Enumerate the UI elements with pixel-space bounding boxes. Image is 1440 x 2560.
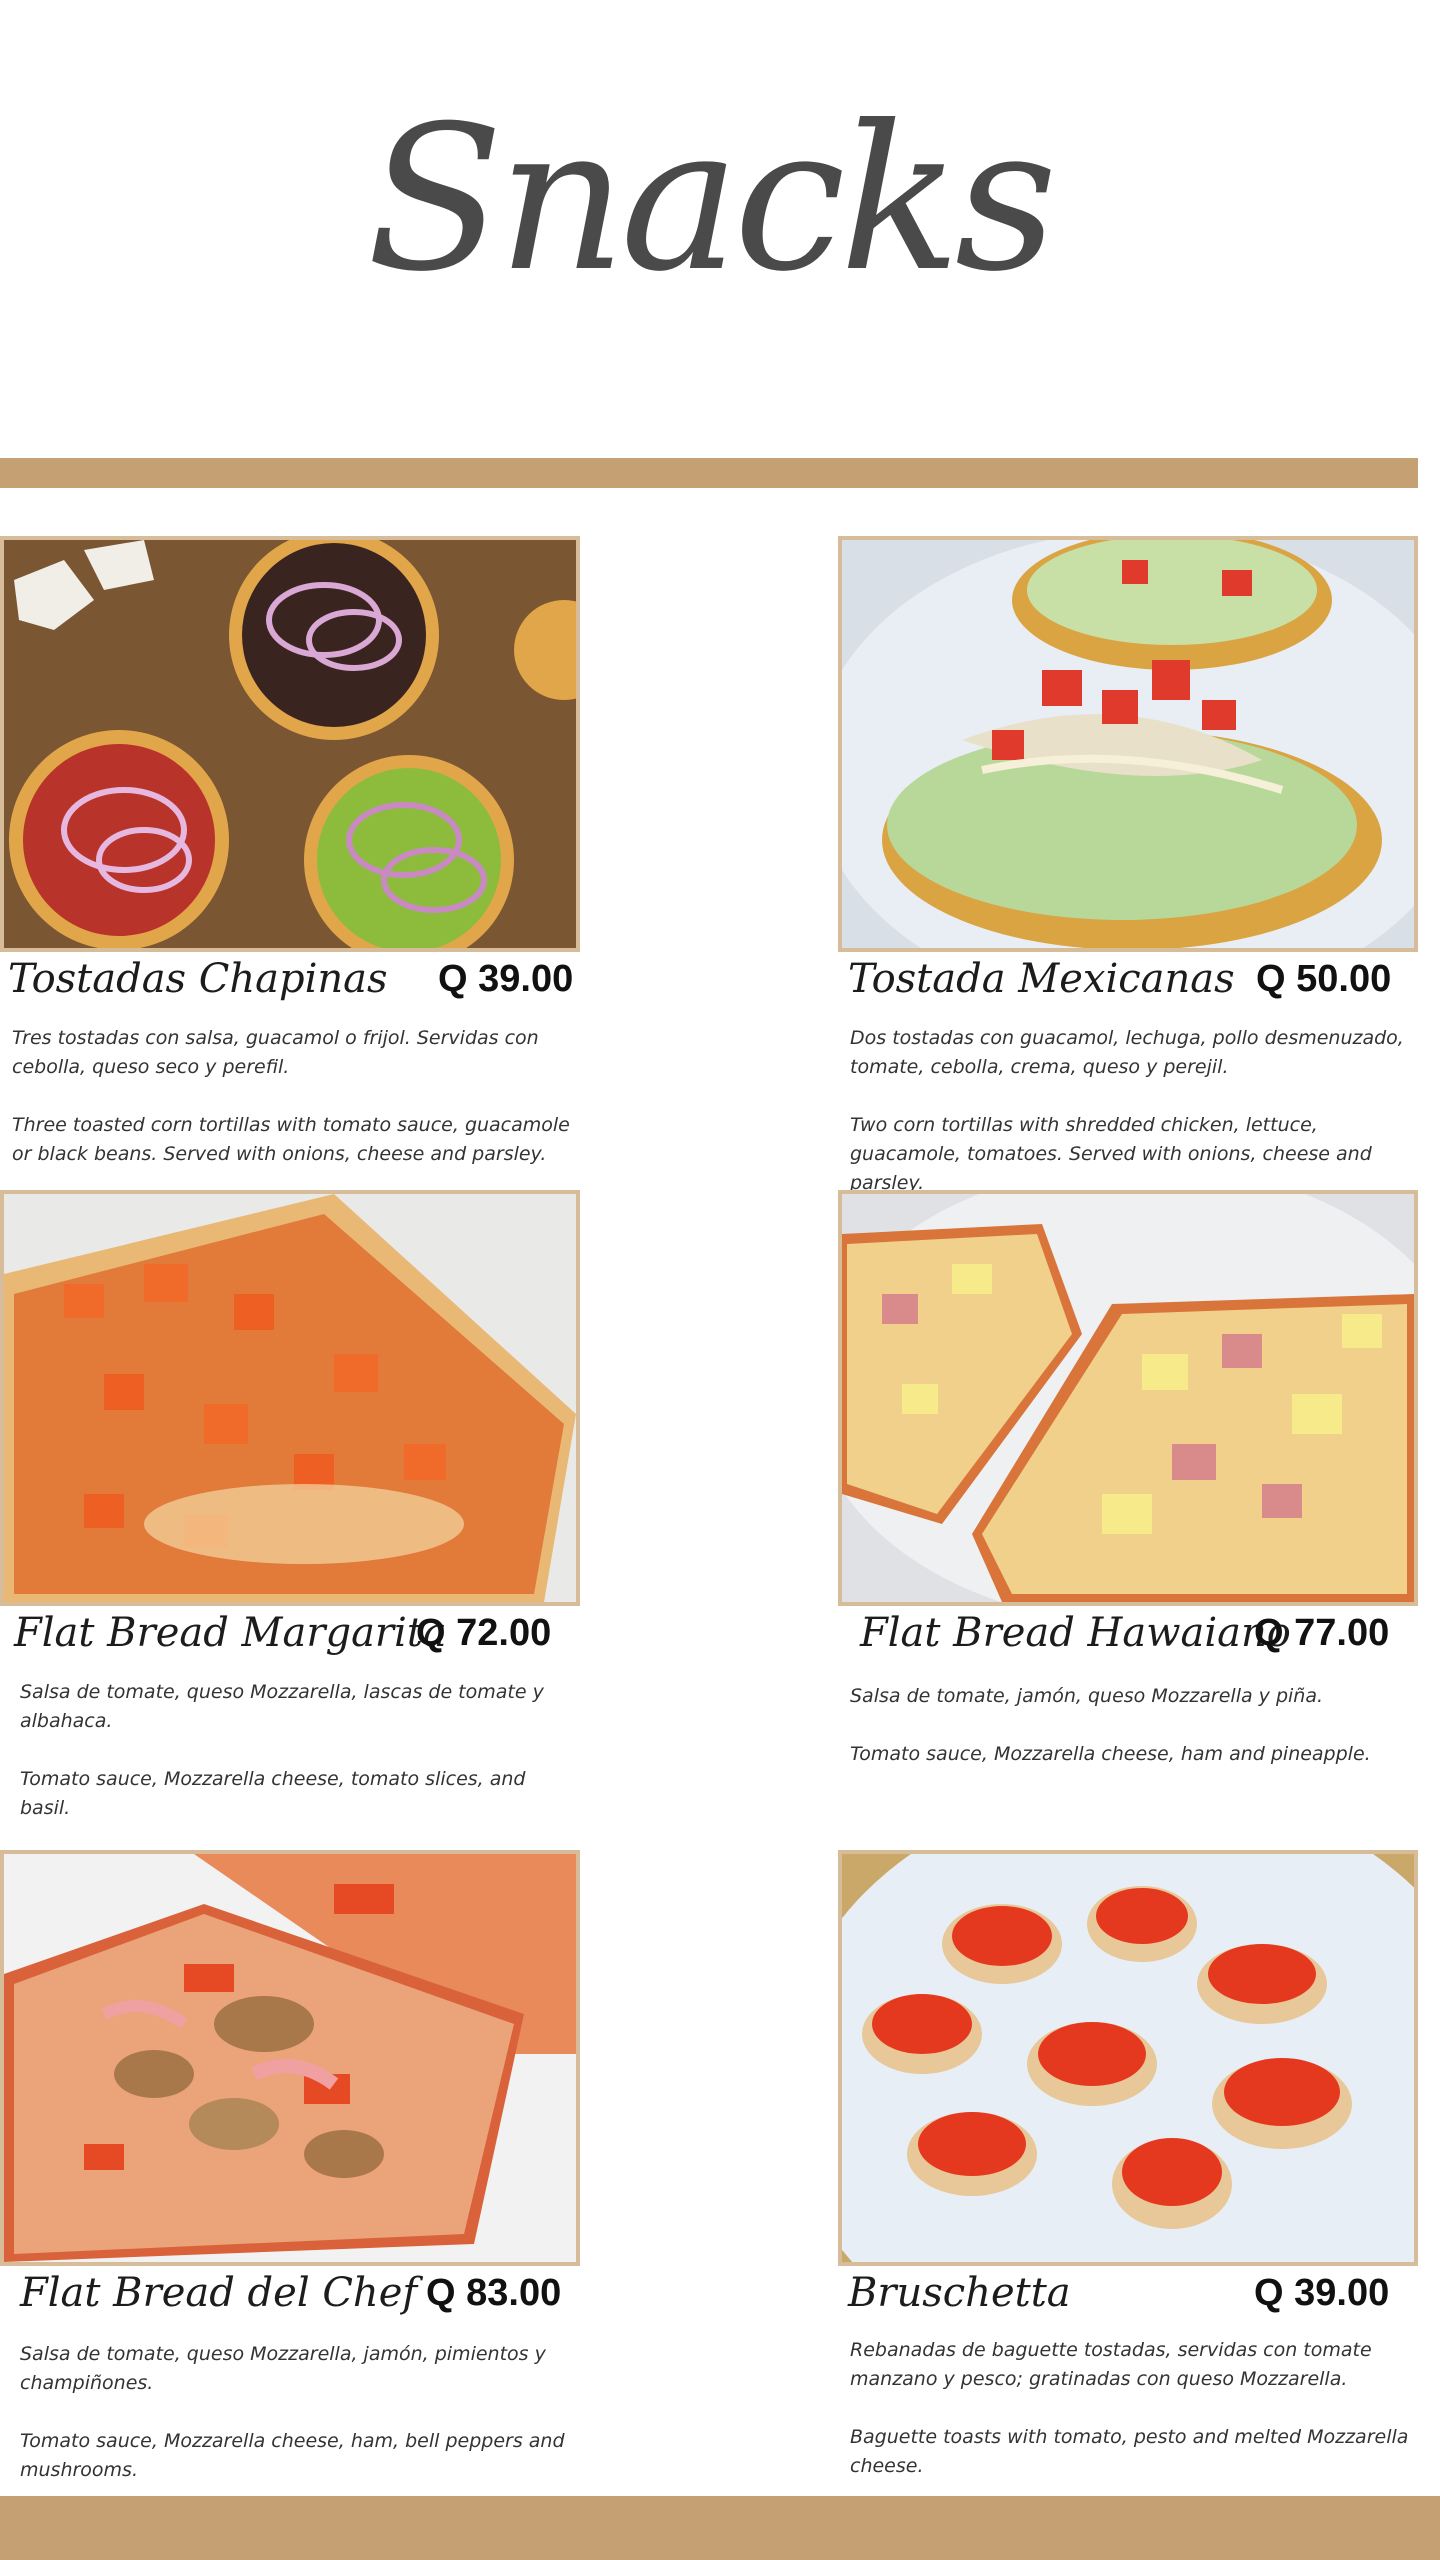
tostadas-chapinas-photo [0, 536, 580, 952]
item-description-es: Dos tostadas con guacamol, lechuga, poll… [850, 1027, 1404, 1078]
item-price: Q 83.00 [426, 2272, 562, 2314]
tostada-mexicanas-photo [838, 536, 1418, 952]
item-description-es: Salsa de tomate, queso Mozzarella, jamón… [20, 2343, 546, 2394]
item-name: Tostadas Chapinas [8, 956, 388, 1002]
item-description-en: Three toasted corn tortillas with tomato… [12, 1114, 570, 1165]
item-description-es: Rebanadas de baguette tostadas, servidas… [850, 2339, 1372, 2390]
item-price: Q 39.00 [438, 958, 574, 1000]
item-name: Flat Bread Hawaiano [860, 1610, 1291, 1656]
flat-bread-hawaiano-photo [838, 1190, 1418, 1606]
item-description-en: Tomato sauce, Mozzarella cheese, tomato … [20, 1768, 526, 1819]
item-name: Tostada Mexicanas [848, 956, 1235, 1002]
item-name: Flat Bread Margarita [14, 1610, 447, 1656]
item-description-es: Tres tostadas con salsa, guacamol o frij… [12, 1027, 539, 1078]
item-description-en: Two corn tortillas with shredded chicken… [850, 1114, 1372, 1194]
bruschetta-photo [838, 1850, 1418, 2266]
item-description: Tres tostadas con salsa, guacamol o frij… [12, 1024, 572, 1198]
item-description: Salsa de tomate, queso Mozzarella, jamón… [20, 2340, 580, 2514]
item-description: Salsa de tomate, queso Mozzarella, lasca… [20, 1678, 580, 1852]
item-description-en: Baguette toasts with tomato, pesto and m… [850, 2426, 1409, 2477]
flat-bread-del-chef-photo [0, 1850, 580, 2266]
item-price: Q 39.00 [1254, 2272, 1390, 2314]
item-price: Q 72.00 [416, 1612, 552, 1654]
item-description: Salsa de tomate, jamón, queso Mozzarella… [850, 1682, 1410, 1798]
item-description-es: Salsa de tomate, jamón, queso Mozzarella… [850, 1685, 1324, 1707]
item-price: Q 50.00 [1256, 958, 1392, 1000]
item-name: Bruschetta [848, 2270, 1071, 2316]
flat-bread-margarita-photo [0, 1190, 580, 1606]
item-description-en: Tomato sauce, Mozzarella cheese, ham and… [850, 1743, 1371, 1765]
top-divider-band [0, 458, 1418, 488]
item-name: Flat Bread del Chef [20, 2270, 418, 2316]
item-description: Rebanadas de baguette tostadas, servidas… [850, 2336, 1410, 2510]
item-description-en: Tomato sauce, Mozzarella cheese, ham, be… [20, 2430, 565, 2481]
bottom-divider-band [0, 2496, 1440, 2560]
page-title: Snacks [366, 83, 1058, 316]
item-description-es: Salsa de tomate, queso Mozzarella, lasca… [20, 1681, 544, 1732]
item-price: Q 77.00 [1254, 1612, 1390, 1654]
